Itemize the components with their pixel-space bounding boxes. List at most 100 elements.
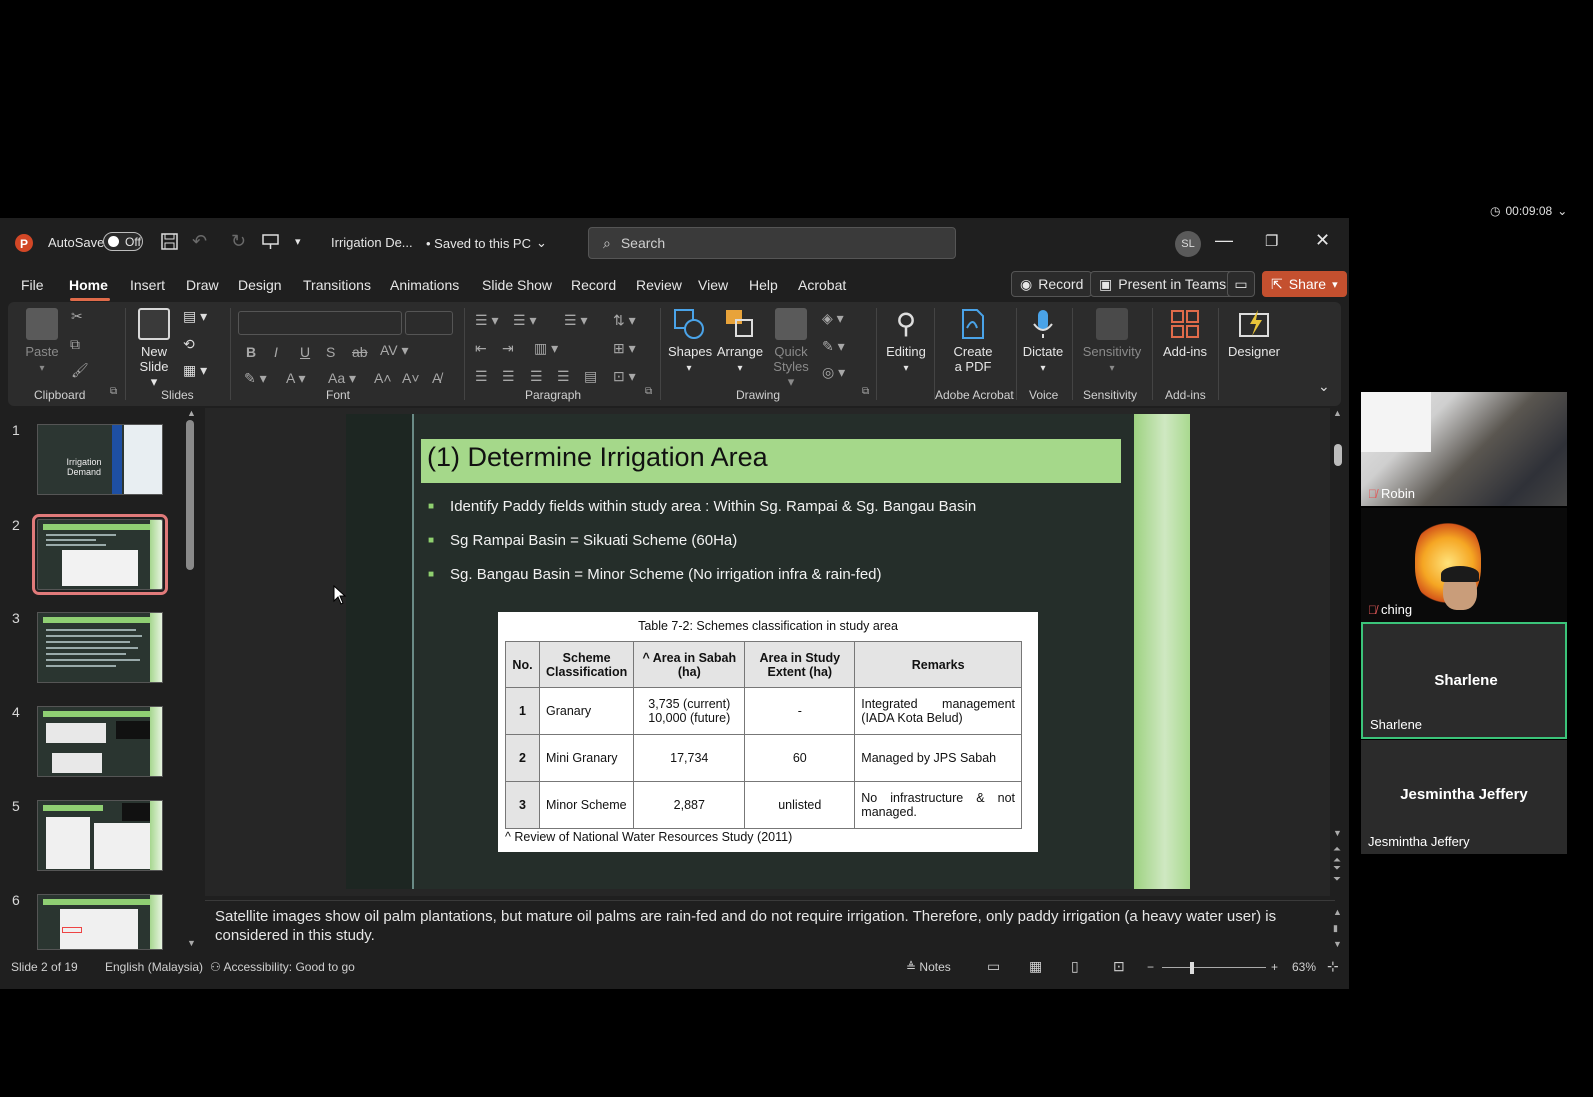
grow-font-icon[interactable]: A˄: [374, 370, 392, 386]
file-name[interactable]: Irrigation De...: [331, 235, 413, 250]
present-in-teams-button[interactable]: ▣ Present in Teams: [1090, 271, 1236, 297]
current-slide[interactable]: (1) Determine Irrigation Area ■ Identify…: [346, 414, 1190, 889]
shrink-font-icon[interactable]: A˅: [402, 370, 420, 386]
bullet-item[interactable]: ■ Sg Rampai Basin = Sikuati Scheme (60Ha…: [428, 532, 737, 550]
zoom-in-icon[interactable]: +: [1271, 960, 1278, 974]
meeting-timer[interactable]: ◷ 00:09:08 ⌄: [1490, 204, 1567, 218]
speaker-notes[interactable]: Satellite images show oil palm plantatio…: [205, 900, 1335, 952]
tab-insert[interactable]: Insert: [130, 277, 165, 293]
justify-icon[interactable]: ☰: [557, 368, 570, 385]
restore-icon[interactable]: ❐: [1265, 232, 1278, 250]
slide-thumbnail-6[interactable]: [37, 894, 163, 950]
record-button[interactable]: ◉ Record: [1011, 271, 1093, 297]
tab-help[interactable]: Help: [749, 277, 778, 293]
bullet-item[interactable]: ■ Sg. Bangau Basin = Minor Scheme (No ir…: [428, 566, 882, 584]
columns-icon[interactable]: ▥ ▾: [534, 340, 558, 357]
font-color-icon[interactable]: A ▾: [286, 370, 305, 387]
distributed-icon[interactable]: ▤: [584, 368, 597, 385]
tab-slide-show[interactable]: Slide Show: [482, 277, 552, 293]
share-button[interactable]: ⇱ Share ▾: [1262, 271, 1347, 297]
tab-design[interactable]: Design: [238, 277, 282, 293]
undo-icon[interactable]: ↶: [192, 231, 207, 252]
tab-file[interactable]: File: [21, 277, 44, 293]
editing-button[interactable]: ⚲ Editing ▾: [882, 308, 930, 374]
scroll-down-icon[interactable]: ▼: [1333, 828, 1342, 838]
create-pdf-button[interactable]: Create a PDF: [946, 308, 1000, 374]
increase-indent-icon[interactable]: ⇥: [502, 340, 514, 357]
comments-button[interactable]: ▭: [1227, 271, 1255, 297]
dialog-launcher-icon[interactable]: ⧉: [645, 386, 652, 397]
align-center-icon[interactable]: ☰: [502, 368, 515, 385]
tab-acrobat[interactable]: Acrobat: [798, 277, 846, 293]
tab-transitions[interactable]: Transitions: [303, 277, 371, 293]
zoom-slider[interactable]: [1162, 967, 1266, 968]
change-case-icon[interactable]: Aa ▾: [328, 370, 356, 387]
fit-to-window-icon[interactable]: ⊹: [1327, 958, 1339, 975]
sensitivity-button[interactable]: Sensitivity ▾: [1080, 308, 1144, 374]
language-indicator[interactable]: English (Malaysia): [105, 960, 203, 974]
section-icon[interactable]: ▦ ▾: [183, 362, 207, 379]
underline-icon[interactable]: U: [300, 344, 310, 360]
dialog-launcher-icon[interactable]: ⧉: [862, 386, 869, 397]
tab-review[interactable]: Review: [636, 277, 682, 293]
reading-view-icon[interactable]: ▯: [1071, 958, 1079, 975]
search-box[interactable]: ⌕ Search: [588, 227, 956, 259]
thumbnail-scrollbar[interactable]: [186, 420, 194, 570]
add-ins-button[interactable]: Add-ins: [1160, 308, 1210, 359]
tab-record[interactable]: Record: [571, 277, 616, 293]
slide-sorter-icon[interactable]: ▦: [1029, 958, 1042, 975]
highlight-icon[interactable]: ✎ ▾: [244, 370, 267, 387]
participant-tile-sharlene[interactable]: Sharlene Sharlene: [1361, 622, 1567, 739]
slide-thumbnail-5[interactable]: [37, 800, 163, 871]
tab-draw[interactable]: Draw: [186, 277, 219, 293]
notes-scroll-icon[interactable]: ▲ ▮ ▼: [1333, 904, 1342, 952]
font-family-select[interactable]: [238, 311, 402, 335]
dictate-button[interactable]: Dictate ▾: [1020, 308, 1066, 374]
redo-icon[interactable]: ↻: [231, 231, 246, 252]
save-status[interactable]: • Saved to this PC ⌄: [426, 235, 547, 251]
save-icon[interactable]: [161, 233, 178, 250]
participant-tile-jesmintha[interactable]: Jesmintha Jeffery Jesmintha Jeffery: [1361, 740, 1567, 854]
new-slide-button[interactable]: New Slide ▾: [136, 308, 172, 390]
designer-button[interactable]: Designer: [1226, 308, 1282, 359]
slide-thumbnail-1[interactable]: Irrigation Demand: [37, 424, 163, 495]
bullets-icon[interactable]: ☰ ▾: [475, 312, 498, 329]
shape-outline-icon[interactable]: ✎ ▾: [822, 338, 845, 355]
accessibility-status[interactable]: ⚇ Accessibility: Good to go: [210, 960, 355, 974]
slide-title[interactable]: (1) Determine Irrigation Area: [421, 439, 1121, 483]
numbering-icon[interactable]: ☰ ▾: [513, 312, 536, 329]
tab-home[interactable]: Home: [69, 277, 108, 293]
layout-icon[interactable]: ▤ ▾: [183, 308, 207, 325]
tab-animations[interactable]: Animations: [390, 277, 459, 293]
present-from-beginning-icon[interactable]: [262, 233, 279, 250]
font-size-select[interactable]: [405, 311, 453, 335]
minimize-icon[interactable]: —: [1215, 230, 1233, 251]
normal-view-icon[interactable]: ▭: [987, 958, 1000, 975]
close-icon[interactable]: ✕: [1315, 230, 1330, 251]
schemes-table-image[interactable]: Table 7-2: Schemes classification in stu…: [498, 612, 1038, 852]
slide-thumbnail-2[interactable]: [32, 514, 168, 595]
user-avatar[interactable]: SL: [1175, 231, 1201, 257]
zoom-level[interactable]: 63%: [1292, 960, 1316, 974]
slide-thumbnail-4[interactable]: [37, 706, 163, 777]
customize-qat-icon[interactable]: ▾: [295, 235, 301, 248]
notes-toggle[interactable]: ≜ Notes: [906, 960, 951, 974]
scroll-up-icon[interactable]: ▲: [187, 408, 196, 418]
scroll-down-icon[interactable]: ▼: [187, 938, 196, 948]
strikethrough-icon[interactable]: ab: [352, 344, 368, 360]
align-right-icon[interactable]: ☰: [530, 368, 543, 385]
tab-view[interactable]: View: [698, 277, 728, 293]
reset-icon[interactable]: ⟲: [183, 336, 195, 353]
slideshow-view-icon[interactable]: ⊡: [1113, 958, 1125, 975]
next-slide-icon[interactable]: ⏷ ⏷: [1333, 863, 1341, 885]
collapse-ribbon-icon[interactable]: ⌄: [1318, 378, 1330, 395]
scroll-up-icon[interactable]: ▲: [1333, 408, 1342, 418]
clear-formatting-icon[interactable]: A̸: [432, 370, 441, 386]
zoom-out-icon[interactable]: −: [1147, 960, 1154, 974]
bullet-item[interactable]: ■ Identify Paddy fields within study are…: [428, 498, 976, 516]
zoom-slider-handle[interactable]: [1190, 962, 1194, 974]
smartart-icon[interactable]: ⊡ ▾: [613, 368, 636, 385]
character-spacing-icon[interactable]: AV ▾: [380, 342, 409, 359]
quick-styles-button[interactable]: Quick Styles ▾: [769, 308, 813, 390]
copy-icon[interactable]: ⧉: [70, 336, 80, 353]
